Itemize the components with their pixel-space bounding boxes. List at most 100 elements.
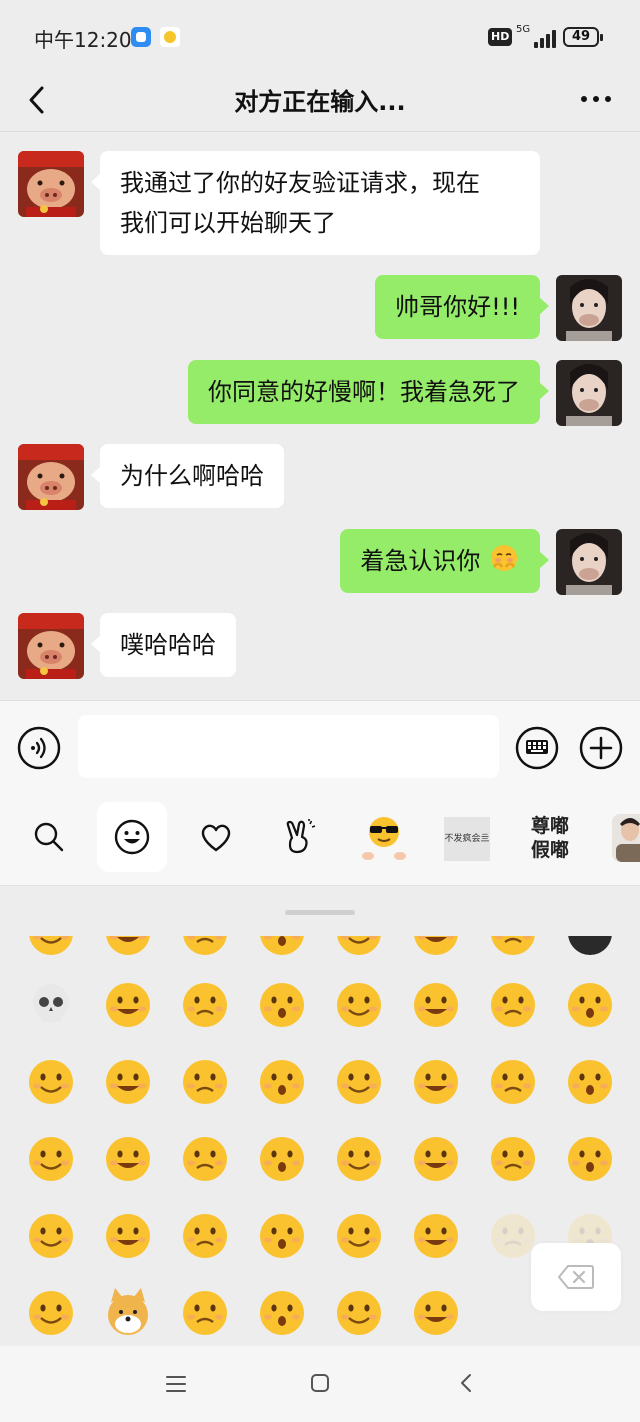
emoji-joy-tears-icon[interactable] — [101, 1132, 155, 1186]
emoji-smirk-icon[interactable] — [332, 936, 386, 960]
emoji-star-eyes-icon[interactable] — [409, 1055, 463, 1109]
emoji-sly-smile-icon[interactable] — [563, 1132, 617, 1186]
emoji-flushed-icon[interactable] — [24, 1132, 78, 1186]
more-actions-button[interactable] — [578, 725, 624, 771]
contact-avatar[interactable] — [18, 151, 84, 217]
emoji-cover-mouth-icon[interactable] — [409, 978, 463, 1032]
search-icon — [34, 822, 64, 852]
app-notification-icon — [160, 27, 180, 47]
emoji-grimace-icon[interactable] — [255, 1055, 309, 1109]
emoji-cry-laugh-icon[interactable] — [255, 936, 309, 960]
home-button[interactable] — [308, 1371, 332, 1395]
emoji-skull-icon[interactable] — [24, 978, 78, 1032]
emoji-ok-hand-icon[interactable] — [178, 1286, 232, 1340]
shy-face-emoji-icon — [491, 545, 517, 571]
tab-stickers[interactable] — [264, 802, 334, 872]
emoji-smile-icon[interactable] — [178, 936, 232, 960]
more-button[interactable] — [576, 84, 616, 114]
heart-icon — [201, 824, 231, 852]
emoji-kiss-face-icon[interactable] — [332, 978, 386, 1032]
backspace-icon — [558, 1265, 594, 1289]
message-text: 着急认识你 — [360, 547, 481, 575]
panel-drag-handle[interactable] — [285, 910, 355, 915]
emoji-thumb-icon[interactable] — [409, 936, 463, 960]
emoji-black-icon[interactable] — [563, 936, 617, 960]
emoji-panel — [0, 886, 640, 1346]
emoji-grin-icon[interactable] — [101, 936, 155, 960]
emoji-teeth-grin-icon[interactable] — [486, 978, 540, 1032]
emoji-tongue-hands-icon[interactable] — [24, 1055, 78, 1109]
recent-apps-button[interactable] — [164, 1372, 188, 1396]
chat-message-list: 我通过了你的好友验证请求，现在 我们可以开始聊天了 帅哥你好!!! 你同意的好慢… — [0, 133, 640, 700]
signal-icon — [528, 28, 556, 48]
emoji-mask-icon[interactable] — [563, 1055, 617, 1109]
message-bubble-received[interactable]: 我通过了你的好友验证请求，现在 我们可以开始聊天了 — [91, 151, 540, 255]
message-bubble-sent[interactable]: 帅哥你好!!! — [375, 275, 549, 339]
message-text: 你同意的好慢啊！我着急死了 — [208, 378, 520, 406]
emoji-big-grin-icon[interactable] — [486, 1055, 540, 1109]
sunglasses-sticker-icon[interactable] — [362, 814, 406, 864]
sticker-pack-text[interactable]: 尊嘟 假嘟 — [524, 814, 576, 862]
emoji-pensive-icon[interactable] — [255, 1132, 309, 1186]
message-bubble-sent[interactable]: 你同意的好慢啊！我着急死了 — [188, 360, 549, 424]
status-bar: 中午12:20 HD 5G 49 — [0, 0, 640, 70]
emoji-wink-side-icon[interactable] — [563, 978, 617, 1032]
emoji-shy-hands-icon[interactable] — [101, 1055, 155, 1109]
emoji-smug-point-icon[interactable] — [24, 1209, 78, 1263]
emoji-smile-icon[interactable] — [486, 936, 540, 960]
my-avatar[interactable] — [556, 529, 622, 595]
emoji-wave-shy-icon[interactable] — [255, 1286, 309, 1340]
emoji-blush-icon[interactable] — [101, 1209, 155, 1263]
contact-avatar[interactable] — [18, 613, 84, 679]
back-chevron-icon — [461, 1374, 471, 1392]
emoji-angry-icon[interactable] — [24, 936, 78, 960]
system-nav-bar — [0, 1346, 640, 1422]
tab-emoji[interactable] — [97, 802, 167, 872]
menu-icon — [166, 1376, 186, 1392]
page-title: 对方正在输入... — [234, 88, 406, 116]
emoji-sad-icon[interactable] — [178, 1055, 232, 1109]
message-input-bar — [0, 700, 640, 792]
message-text: 噗哈哈哈 — [120, 631, 216, 659]
emoji-frying-pan-icon[interactable] — [101, 978, 155, 1032]
emoji-sweat-drop-icon[interactable] — [409, 1209, 463, 1263]
emoji-facepalm-icon[interactable] — [486, 1132, 540, 1186]
voice-input-button[interactable] — [16, 725, 62, 771]
message-input[interactable] — [78, 715, 499, 778]
emoji-monocle-hand-icon[interactable] — [409, 1132, 463, 1186]
voice-icon — [17, 726, 61, 770]
emoji-cool-sweat-icon[interactable] — [255, 978, 309, 1032]
status-time: 中午12:20 — [34, 28, 132, 52]
emoji-peek-hands-icon[interactable] — [178, 1209, 232, 1263]
emoji-thinking-hand-icon[interactable] — [178, 978, 232, 1032]
plus-icon — [579, 726, 623, 770]
chat-header: 对方正在输入... — [0, 70, 640, 132]
tab-favorites[interactable] — [181, 802, 251, 872]
keyboard-icon — [515, 726, 559, 770]
emoji-eye-roll-icon[interactable] — [409, 1286, 463, 1340]
sticker-pack-text[interactable]: 不发疯会亖 — [444, 817, 490, 861]
contact-avatar[interactable] — [18, 444, 84, 510]
emoji-doge-icon[interactable] — [101, 1286, 155, 1340]
system-back-button[interactable] — [455, 1371, 479, 1395]
battery-icon: 49 — [563, 27, 603, 47]
emoji-thinking-chin-icon[interactable] — [24, 1286, 78, 1340]
emoji-unamused-icon[interactable] — [332, 1132, 386, 1186]
message-bubble-sent[interactable]: 着急认识你 — [340, 529, 549, 593]
message-text: 帅哥你好!!! — [395, 293, 520, 321]
message-bubble-received[interactable]: 噗哈哈哈 — [91, 613, 236, 677]
delete-button[interactable] — [531, 1243, 621, 1311]
emoji-scream-icon[interactable] — [178, 1132, 232, 1186]
my-avatar[interactable] — [556, 275, 622, 341]
emoji-headband-icon[interactable] — [332, 1209, 386, 1263]
my-avatar[interactable] — [556, 360, 622, 426]
emoji-puckered-icon[interactable] — [332, 1055, 386, 1109]
emoji-stars-wow-icon[interactable] — [332, 1286, 386, 1340]
more-dots-icon — [581, 96, 611, 102]
tab-search[interactable] — [14, 802, 84, 872]
emoji-watermelon-icon[interactable] — [255, 1209, 309, 1263]
message-text: 为什么啊哈哈 — [120, 462, 264, 490]
sticker-pack-person[interactable] — [612, 814, 640, 862]
keyboard-toggle-button[interactable] — [514, 725, 560, 771]
message-bubble-received[interactable]: 为什么啊哈哈 — [91, 444, 284, 508]
